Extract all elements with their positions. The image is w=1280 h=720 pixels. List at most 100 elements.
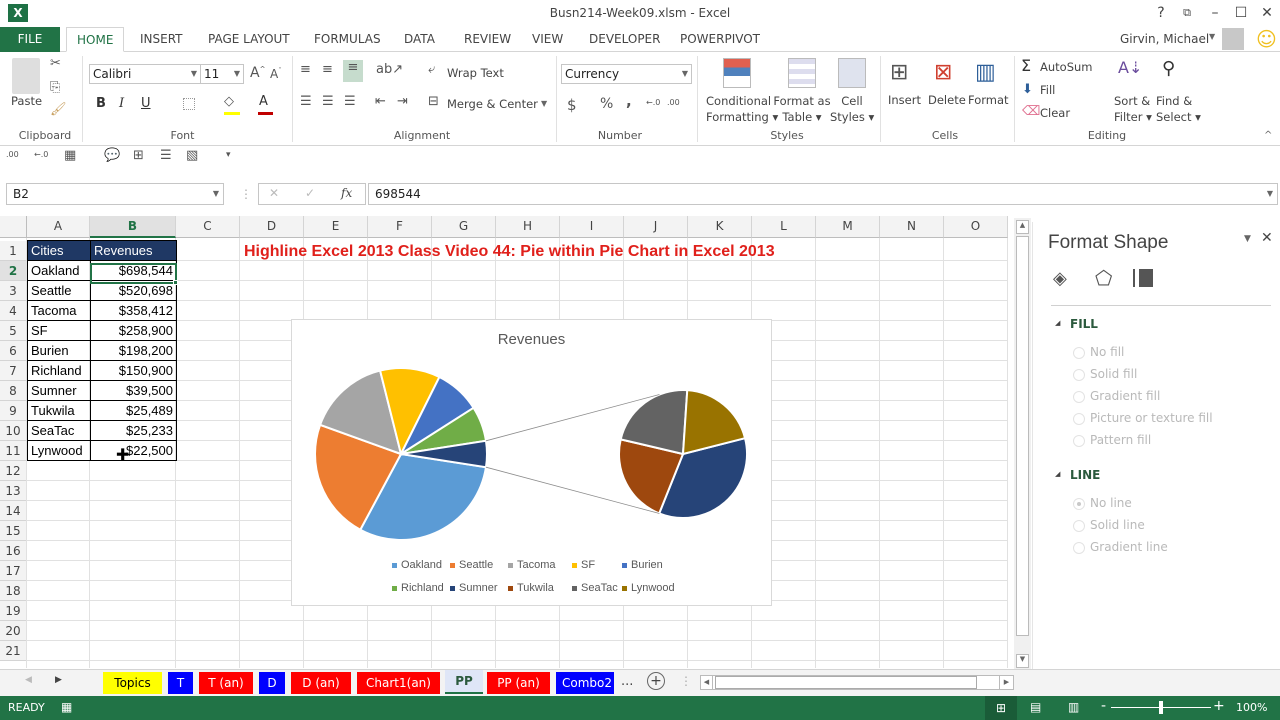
font-name-combo[interactable]: Calibri ▼ bbox=[89, 64, 201, 84]
city-cell[interactable]: SF bbox=[27, 320, 91, 341]
legend-entry-tukwila[interactable]: Tukwila bbox=[508, 582, 554, 594]
radio-no-fill[interactable] bbox=[1073, 347, 1085, 359]
clear-button[interactable]: Clear bbox=[1040, 106, 1070, 120]
city-cell[interactable]: Oakland bbox=[27, 260, 91, 281]
legend-entry-seattle[interactable]: Seattle bbox=[450, 559, 493, 571]
bold-button[interactable]: B bbox=[96, 96, 106, 111]
pie-of-pie-chart[interactable]: Revenues Oakland Seattle Tacoma SF Burien Ric… bbox=[291, 319, 772, 606]
insert-function-button[interactable]: fx bbox=[341, 186, 352, 200]
wrap-icon[interactable]: ☰ bbox=[160, 148, 172, 163]
middle-align-icon[interactable]: ≡ bbox=[322, 62, 333, 77]
column-header-e[interactable]: E bbox=[304, 216, 368, 238]
comment-icon[interactable]: 💬 bbox=[104, 148, 120, 163]
user-name[interactable]: Girvin, Michael bbox=[1120, 32, 1209, 46]
paste-button[interactable]: Paste bbox=[11, 94, 42, 108]
align-left-icon[interactable]: ☰ bbox=[300, 94, 312, 109]
header-cell-revenues[interactable]: Revenues bbox=[90, 240, 177, 261]
header-cell-cities[interactable]: Cities bbox=[27, 240, 91, 261]
enter-icon[interactable]: ✓ bbox=[305, 186, 315, 200]
comma-button[interactable]: , bbox=[626, 92, 632, 110]
row-header-2[interactable]: 2 bbox=[0, 261, 27, 281]
column-header-i[interactable]: I bbox=[560, 216, 624, 238]
sheet-tab-t-an-[interactable]: T (an) bbox=[199, 672, 253, 694]
conditional-format-icon[interactable]: ▦ bbox=[64, 148, 76, 163]
column-header-l[interactable]: L bbox=[752, 216, 816, 238]
revenue-cell[interactable]: $39,500 bbox=[90, 380, 177, 401]
tab-home[interactable]: HOME bbox=[66, 27, 125, 52]
scroll-right-icon[interactable]: ▶ bbox=[999, 676, 1013, 689]
row-header-15[interactable]: 15 bbox=[0, 521, 27, 541]
ribbon-display-options-icon[interactable]: ⧉ bbox=[1176, 4, 1198, 22]
zoom-in-button[interactable]: + bbox=[1213, 698, 1225, 714]
column-header-f[interactable]: F bbox=[368, 216, 432, 238]
fill-color-icon[interactable]: ◇ bbox=[224, 94, 234, 109]
format-painter-icon[interactable]: ▧ bbox=[186, 148, 198, 163]
scroll-left-icon[interactable]: ◀ bbox=[701, 676, 713, 689]
currency-button[interactable]: $ bbox=[567, 96, 577, 114]
row-header-17[interactable]: 17 bbox=[0, 561, 27, 581]
option-label[interactable]: Solid line bbox=[1090, 518, 1145, 532]
page-break-view-icon[interactable]: ▥ bbox=[1068, 700, 1079, 714]
insert-cells-button[interactable]: Insert bbox=[888, 93, 921, 107]
option-label[interactable]: Solid fill bbox=[1090, 367, 1137, 381]
orientation-icon[interactable]: ab↗ bbox=[376, 62, 403, 77]
chevron-down-icon[interactable]: ▼ bbox=[541, 99, 547, 108]
fill-handle[interactable] bbox=[173, 280, 178, 285]
zoom-out-button[interactable]: - bbox=[1101, 698, 1106, 714]
option-label[interactable]: No line bbox=[1090, 496, 1132, 510]
radio-no-line[interactable] bbox=[1073, 498, 1085, 510]
legend-entry-sf[interactable]: SF bbox=[572, 559, 595, 571]
city-cell[interactable]: Tukwila bbox=[27, 400, 91, 421]
cut-icon[interactable]: ✂ bbox=[50, 56, 61, 71]
sheet-banner-title[interactable]: Highline Excel 2013 Class Video 44: Pie … bbox=[244, 243, 775, 261]
radio-solid-fill[interactable] bbox=[1073, 369, 1085, 381]
cancel-icon[interactable]: ✕ bbox=[269, 186, 279, 200]
tab-formulas[interactable]: FORMULAS bbox=[304, 27, 391, 52]
collapse-line-icon[interactable]: ◢ bbox=[1055, 470, 1060, 478]
decrease-decimal-icon[interactable]: .00 bbox=[667, 98, 680, 107]
city-cell[interactable]: Burien bbox=[27, 340, 91, 361]
revenue-cell[interactable]: $25,489 bbox=[90, 400, 177, 421]
wrap-text-button[interactable]: Wrap Text bbox=[447, 66, 504, 80]
format-cells-button[interactable]: Format bbox=[968, 93, 1009, 107]
column-header-j[interactable]: J bbox=[624, 216, 688, 238]
sheet-tab-pp-an-[interactable]: PP (an) bbox=[487, 672, 550, 694]
sheet-tab-topics[interactable]: Topics bbox=[103, 672, 162, 694]
select-all-corner[interactable] bbox=[0, 216, 27, 238]
row-header-16[interactable]: 16 bbox=[0, 541, 27, 561]
more-sheets-button[interactable]: ... bbox=[621, 674, 633, 689]
row-header-9[interactable]: 9 bbox=[0, 401, 27, 421]
row-header-12[interactable]: 12 bbox=[0, 461, 27, 481]
scroll-tabs-right-icon[interactable]: ▶ bbox=[55, 675, 62, 685]
align-right-icon[interactable]: ☰ bbox=[344, 94, 356, 109]
radio-gradient-fill[interactable] bbox=[1073, 391, 1085, 403]
user-avatar[interactable] bbox=[1222, 28, 1244, 50]
italic-button[interactable]: I bbox=[119, 96, 124, 111]
decrease-decimal-icon[interactable]: .00 bbox=[6, 150, 19, 159]
name-box[interactable]: B2 ▼ bbox=[6, 183, 224, 205]
row-header-5[interactable]: 5 bbox=[0, 321, 27, 341]
legend-entry-richland[interactable]: Richland bbox=[392, 582, 444, 594]
paste-icon[interactable] bbox=[12, 58, 40, 94]
autosum-button[interactable]: AutoSum bbox=[1040, 60, 1093, 74]
sheet-tab-combo2[interactable]: Combo2 bbox=[556, 672, 614, 694]
percent-button[interactable]: % bbox=[600, 96, 613, 112]
revenue-cell[interactable]: $22,500 bbox=[90, 440, 177, 461]
column-header-o[interactable]: O bbox=[944, 216, 1008, 238]
new-sheet-icon[interactable]: + bbox=[647, 672, 665, 690]
tab-review[interactable]: REVIEW bbox=[454, 27, 521, 52]
effects-tab-icon[interactable]: ⬠ bbox=[1095, 266, 1112, 290]
fill-section-header[interactable]: FILL bbox=[1070, 317, 1098, 331]
row-header-4[interactable]: 4 bbox=[0, 301, 27, 321]
option-label[interactable]: Gradient line bbox=[1090, 540, 1168, 554]
increase-decimal-icon[interactable]: ←.0 bbox=[34, 150, 48, 159]
delete-cells-button[interactable]: Delete bbox=[928, 93, 966, 107]
sheet-tab-t[interactable]: T bbox=[168, 672, 193, 694]
legend-entry-burien[interactable]: Burien bbox=[622, 559, 663, 571]
tab-splitter-handle[interactable]: ⋮ bbox=[680, 674, 692, 688]
increase-decimal-icon[interactable]: ←.0 bbox=[646, 98, 660, 107]
option-label[interactable]: Picture or texture fill bbox=[1090, 411, 1213, 425]
horizontal-scroll-thumb[interactable] bbox=[715, 676, 977, 689]
increase-indent-icon[interactable]: ⇥ bbox=[397, 94, 408, 109]
zoom-level[interactable]: 100% bbox=[1236, 701, 1267, 714]
